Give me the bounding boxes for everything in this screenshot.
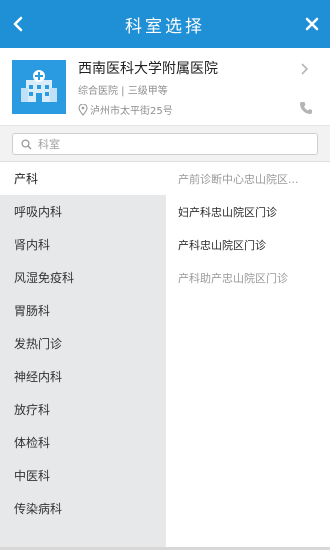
- location-pin-icon: [78, 103, 88, 116]
- department-item[interactable]: 神经内科: [0, 360, 166, 393]
- sub-department-item[interactable]: 产前诊断中心忠山院区...: [166, 162, 330, 195]
- department-item[interactable]: 风湿免疫科: [0, 261, 166, 294]
- close-icon: [305, 17, 319, 31]
- chevron-left-icon: [13, 16, 23, 32]
- sub-department-item[interactable]: 产科助产忠山院区门诊: [166, 261, 330, 294]
- sub-department-list: 产前诊断中心忠山院区... 妇产科忠山院区门诊 产科忠山院区门诊 产科助产忠山院区门诊: [166, 162, 330, 550]
- search-bar: 科室: [0, 126, 330, 162]
- sub-department-item[interactable]: 妇产科忠山院区门诊: [166, 195, 330, 228]
- hospital-meta: 综合医院 | 三级甲等: [78, 86, 168, 97]
- hospital-detail-arrow[interactable]: [298, 60, 312, 78]
- department-item[interactable]: 中医科: [0, 459, 166, 492]
- hospital-address-row: 泸州市太平街25号: [78, 102, 173, 117]
- hospital-logo: [12, 60, 66, 114]
- department-item[interactable]: 呼吸内科: [0, 195, 166, 228]
- page-title: 科室选择: [125, 16, 205, 37]
- phone-icon: [300, 102, 312, 114]
- close-button[interactable]: [300, 12, 324, 36]
- department-item[interactable]: 传染病科: [0, 492, 166, 525]
- top-bar: 科室选择: [0, 0, 330, 48]
- department-item[interactable]: 体检科: [0, 426, 166, 459]
- department-item[interactable]: 产科: [0, 162, 166, 195]
- chevron-right-icon: [301, 63, 309, 75]
- department-item[interactable]: 发热门诊: [0, 327, 166, 360]
- phone-button[interactable]: [298, 100, 314, 116]
- search-input[interactable]: 科室: [12, 133, 318, 155]
- back-button[interactable]: [6, 12, 30, 36]
- hospital-card[interactable]: 西南医科大学附属医院 综合医院 | 三级甲等 泸州市太平街25号: [0, 48, 330, 126]
- sub-department-item[interactable]: 产科忠山院区门诊: [166, 228, 330, 261]
- department-item[interactable]: 胃肠科: [0, 294, 166, 327]
- hospital-building-icon: [21, 70, 57, 102]
- search-placeholder: 科室: [38, 138, 60, 151]
- hospital-address: 泸州市太平街25号: [90, 106, 173, 117]
- department-list: 产科 呼吸内科 肾内科 风湿免疫科 胃肠科 发热门诊 神经内科 放疗科 体检科 中医科 传染病科: [0, 162, 166, 550]
- department-item[interactable]: 肾内科: [0, 228, 166, 261]
- department-item[interactable]: 放疗科: [0, 393, 166, 426]
- search-icon: [21, 138, 32, 149]
- hospital-name: 西南医科大学附属医院: [78, 61, 218, 77]
